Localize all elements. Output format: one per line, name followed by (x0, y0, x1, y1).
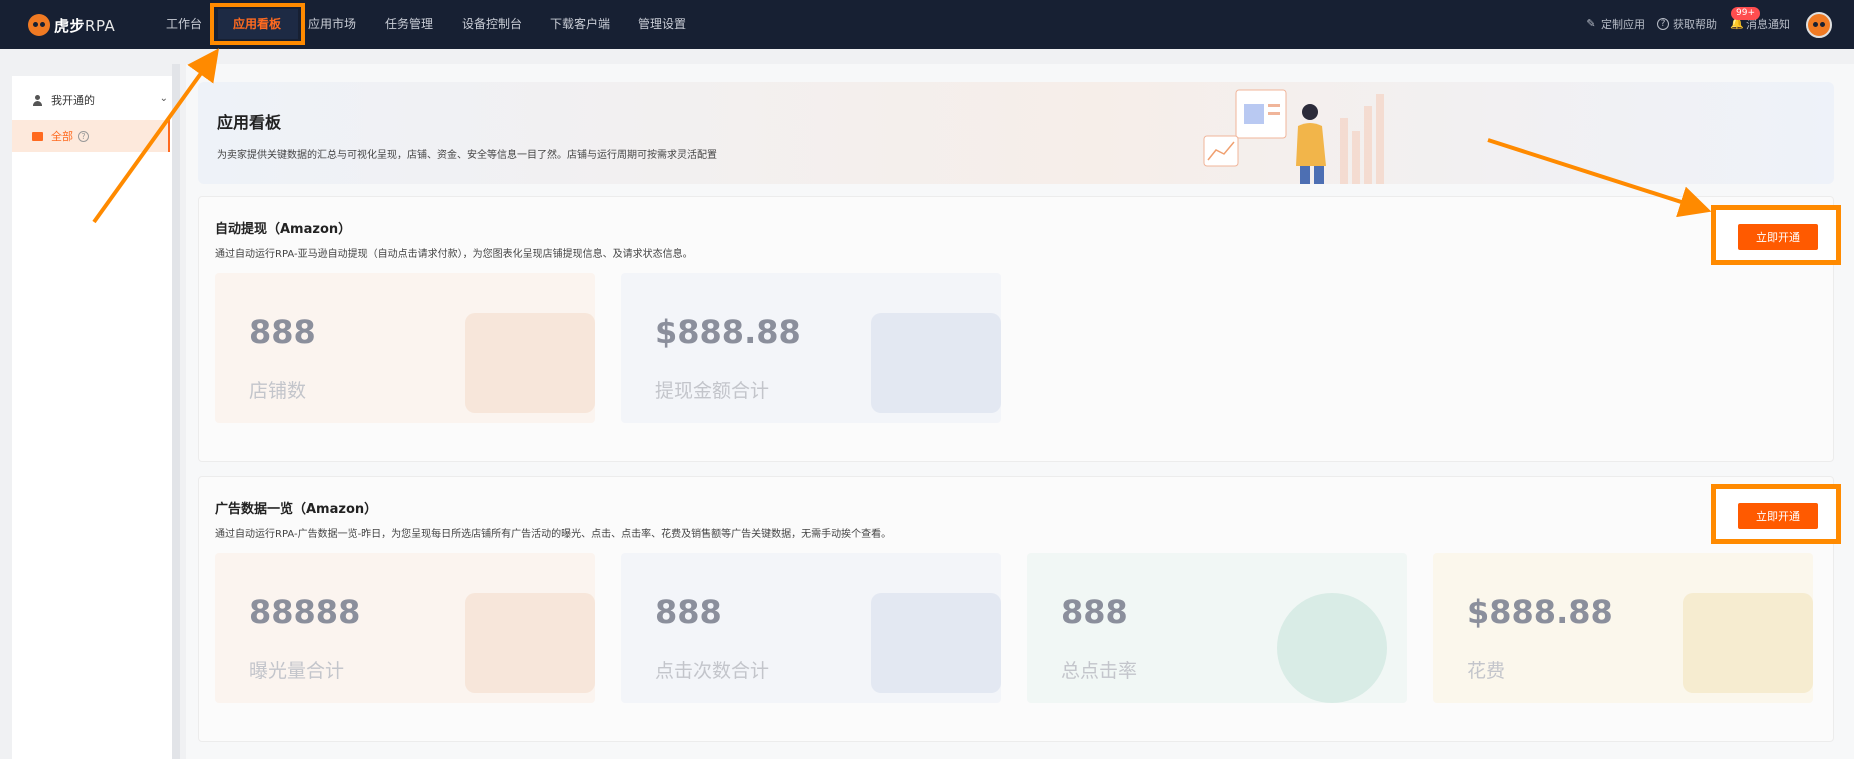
stat-value: $888.88 (1467, 593, 1613, 631)
briefcase-icon (32, 131, 43, 141)
wallet-illustration-icon (1683, 593, 1813, 693)
sidebar-item-all[interactable]: 全部 ? (12, 120, 170, 152)
target-user-illustration-icon (1277, 593, 1387, 703)
stat-label: 提现金额合计 (655, 380, 770, 402)
card-description: 通过自动运行RPA-亚马逊自动提现（自动点击请求付款），为您图表化呈现店铺提现信… (215, 249, 693, 260)
chevron-down-icon: ⌄ (159, 93, 168, 104)
edit-icon: ✎ (1586, 17, 1596, 30)
stat-tile: 888 点击次数合计 (621, 553, 1001, 703)
notification-badge: 99+ (1731, 7, 1760, 20)
tiger-logo-icon (28, 14, 50, 36)
stat-tile: $888.88 提现金额合计 (621, 273, 1001, 423)
question-icon[interactable]: ? (78, 130, 89, 142)
stat-tile: 888 总点击率 (1027, 553, 1407, 703)
logo[interactable]: 虎步RPA (28, 12, 115, 38)
stat-tile: 88888 曝光量合计 (215, 553, 595, 703)
exposure-illustration-icon (465, 593, 595, 693)
card-description: 通过自动运行RPA-广告数据一览-昨日，为您呈现每日所选店铺所有广告活动的曝光、… (215, 529, 892, 540)
stat-label: 花费 (1467, 660, 1506, 682)
activate-now-button[interactable]: 立即开通 (1738, 503, 1818, 529)
open-button-highlight: 立即开通 (1711, 205, 1841, 265)
stat-value: 888 (1061, 593, 1128, 631)
panel-divider (172, 64, 180, 759)
open-button-highlight: 立即开通 (1711, 484, 1841, 544)
stat-label: 店铺数 (249, 380, 307, 402)
banner-illustration (1203, 89, 1384, 184)
sidebar-group-opened[interactable]: 我开通的 ⌄ (32, 90, 168, 110)
store-illustration-icon (465, 313, 595, 413)
card-title: 广告数据一览（Amazon） (215, 502, 378, 517)
top-navbar: 虎步RPA 工作台 应用看板 应用市场 任务管理 设备控制台 下载客户端 管理设… (0, 0, 1854, 49)
user-avatar[interactable] (1806, 12, 1832, 38)
nav-download-client[interactable]: 下载客户端 (550, 15, 610, 32)
nav-workbench[interactable]: 工作台 (166, 15, 202, 32)
card-title: 自动提现（Amazon） (215, 222, 352, 237)
user-icon (32, 94, 43, 106)
click-illustration-icon (871, 593, 1001, 693)
help-icon: ? (1657, 18, 1669, 30)
stat-value: $888.88 (655, 313, 801, 351)
dashboard-banner (198, 82, 1834, 184)
stat-tile: 888 店铺数 (215, 273, 595, 423)
nav-device-console[interactable]: 设备控制台 (462, 15, 522, 32)
get-help-link[interactable]: ? 获取帮助 (1657, 16, 1717, 32)
stat-tile: $888.88 花费 (1433, 553, 1813, 703)
sidebar: 我开通的 ⌄ 全部 ? (12, 76, 172, 759)
activate-now-button[interactable]: 立即开通 (1738, 224, 1818, 250)
wallet-illustration-icon (871, 313, 1001, 413)
stat-value: 888 (655, 593, 722, 631)
stat-label: 总点击率 (1061, 660, 1138, 682)
stat-label: 曝光量合计 (249, 660, 345, 682)
nav-app-market[interactable]: 应用市场 (308, 15, 356, 32)
stat-value: 888 (249, 313, 316, 351)
stat-value: 88888 (249, 593, 361, 631)
nav-task-management[interactable]: 任务管理 (385, 15, 433, 32)
logo-text: 虎步 (54, 16, 86, 35)
stat-label: 点击次数合计 (655, 660, 770, 682)
nav-app-dashboard[interactable]: 应用看板 (233, 15, 281, 32)
custom-app-link[interactable]: ✎ 定制应用 (1585, 16, 1645, 32)
page-description: 为卖家提供关键数据的汇总与可视化呈现，店铺、资金、安全等信息一目了然。店铺与运行… (217, 150, 717, 161)
logo-suffix: RPA (85, 16, 116, 35)
page-title: 应用看板 (217, 113, 282, 132)
nav-admin-settings[interactable]: 管理设置 (638, 15, 686, 32)
